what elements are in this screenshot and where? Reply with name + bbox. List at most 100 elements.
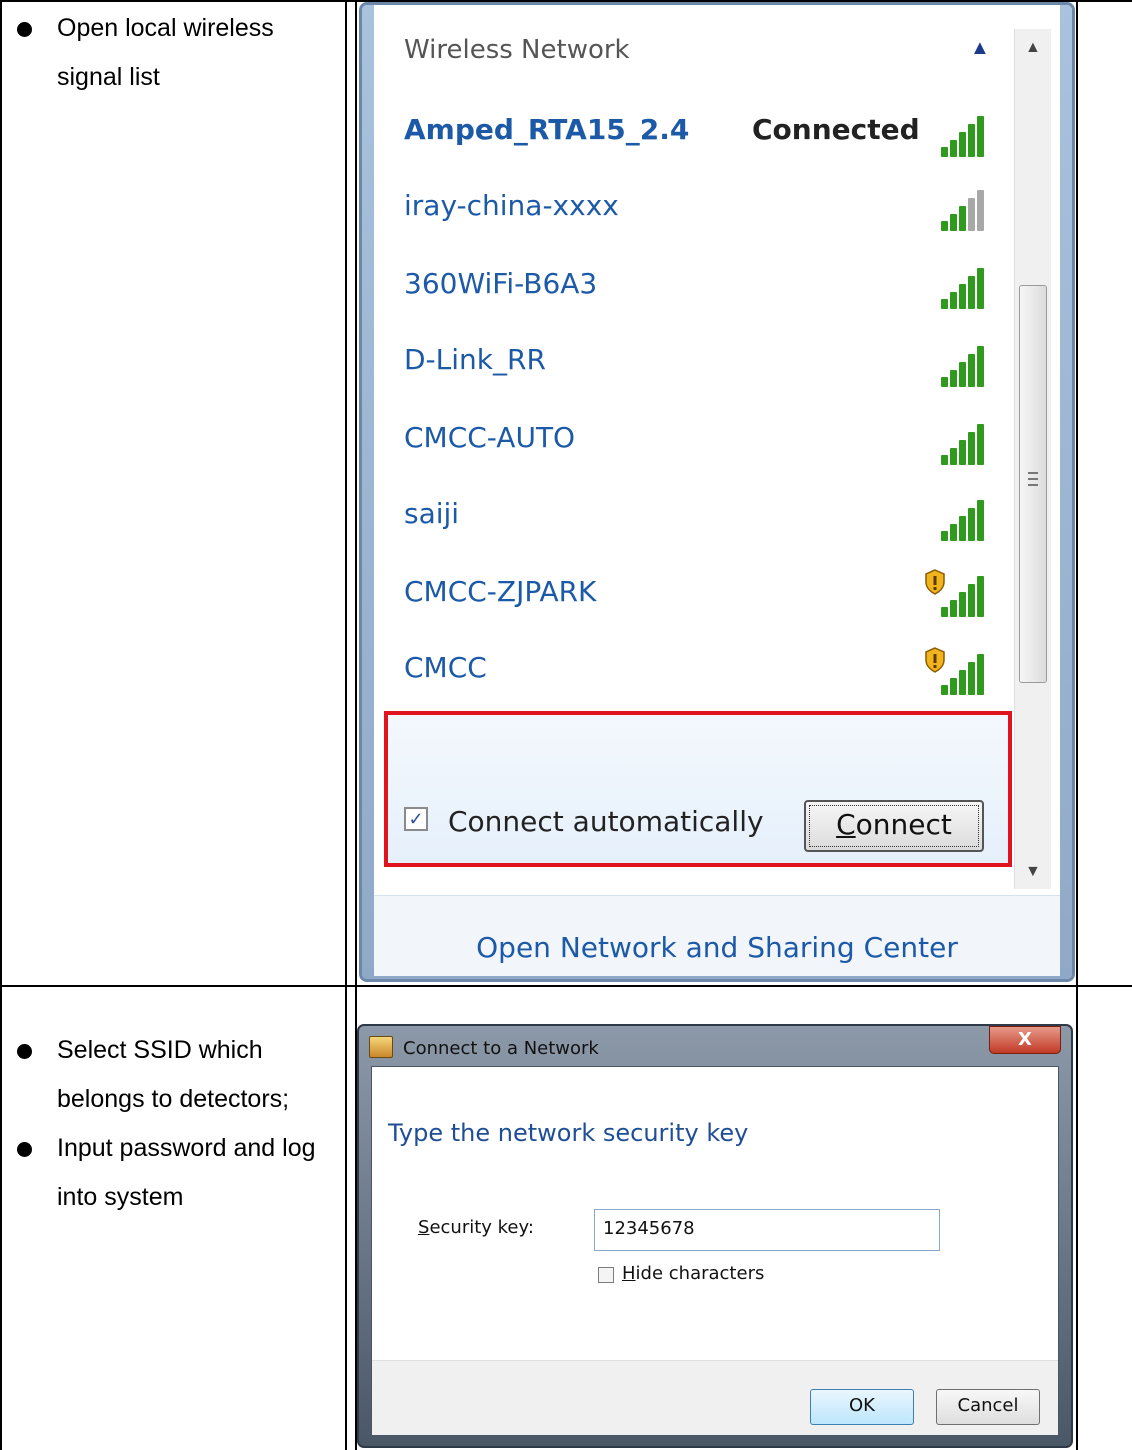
dialog-heading: Type the network security key — [388, 1119, 749, 1147]
signal-bar — [968, 276, 975, 309]
network-name[interactable]: saiji — [404, 497, 459, 530]
connect-button[interactable]: Connect — [804, 800, 984, 852]
grip-icon — [1028, 472, 1038, 486]
hide-mnemonic: H — [622, 1263, 636, 1284]
signal-strength-icon — [927, 263, 984, 309]
collapse-chevron-up-icon[interactable]: ▲ — [970, 37, 990, 60]
popup-frame-right — [1060, 5, 1072, 979]
signal-strength-icon — [924, 569, 984, 617]
signal-bar — [941, 147, 948, 157]
signal-strength-icon — [927, 185, 984, 231]
ok-button[interactable]: OK — [810, 1389, 914, 1425]
bullet-item: Select SSID which belongs to detectors; — [17, 1026, 337, 1124]
network-name[interactable]: 360WiFi-B6A3 — [404, 267, 597, 300]
signal-bar — [941, 377, 948, 387]
signal-bar — [941, 221, 948, 231]
table-border-left — [0, 0, 2, 1450]
network-name[interactable]: iray-china-xxxx — [404, 189, 619, 222]
signal-strength-icon — [927, 111, 984, 157]
bullet-dot-icon — [17, 1044, 32, 1059]
signal-bar — [959, 440, 966, 465]
connected-status: Connected — [752, 113, 920, 146]
signal-bar — [977, 500, 984, 541]
table-column-divider-right — [1076, 0, 1078, 1450]
signal-bar — [941, 531, 948, 541]
scroll-down-arrow-icon[interactable]: ▼ — [1025, 863, 1041, 881]
signal-bar — [950, 140, 957, 157]
signal-strength-icon — [927, 419, 984, 465]
bullet-dot-icon — [17, 22, 32, 37]
table-row-divider — [0, 985, 1132, 987]
signal-bar — [959, 132, 966, 157]
signal-bar — [950, 214, 957, 231]
signal-bar — [977, 190, 984, 231]
table-column-divider — [345, 0, 347, 1450]
signal-bar — [968, 662, 975, 695]
focus-ring — [809, 805, 979, 847]
signal-bar — [968, 198, 975, 231]
signal-strength-icon — [927, 341, 984, 387]
network-icon — [369, 1036, 393, 1058]
signal-bar — [950, 678, 957, 695]
signal-bar — [941, 685, 948, 695]
network-name[interactable]: CMCC-AUTO — [404, 421, 575, 454]
close-icon[interactable]: X — [989, 1026, 1061, 1054]
hide-characters-checkbox[interactable] — [598, 1267, 614, 1283]
signal-bar — [977, 116, 984, 157]
signal-bar — [941, 455, 948, 465]
dialog-body: Type the network security key Security k… — [371, 1066, 1059, 1436]
scroll-up-arrow-icon[interactable]: ▲ — [1025, 39, 1041, 57]
signal-bar — [968, 432, 975, 465]
scrollbar[interactable]: ▲ ▼ — [1014, 29, 1051, 889]
network-name[interactable]: D-Link_RR — [404, 343, 546, 376]
signal-bar — [950, 600, 957, 617]
popup-content: Wireless Network ▲ Amped_RTA15_2.4 iray-c… — [374, 5, 1060, 976]
signal-bar — [941, 299, 948, 309]
bullet-text: Select SSID which belongs to detectors; — [57, 1036, 290, 1113]
bullet-text: Open local wireless signal list — [57, 14, 274, 91]
signal-bar — [950, 524, 957, 541]
section-title: Wireless Network — [404, 35, 630, 65]
open-network-sharing-center-link[interactable]: Open Network and Sharing Center — [374, 931, 1060, 964]
connect-automatically-checkbox[interactable]: ✓ — [404, 807, 428, 831]
dialog-title: Connect to a Network — [403, 1038, 599, 1059]
signal-bar — [977, 268, 984, 309]
signal-bar — [959, 670, 966, 695]
signal-bar — [950, 370, 957, 387]
signal-bar — [959, 516, 966, 541]
security-shield-icon — [924, 569, 946, 595]
signal-bar — [959, 284, 966, 309]
security-key-mnemonic: S — [418, 1217, 430, 1238]
hide-label-rest: ide characters — [635, 1263, 765, 1284]
security-key-label-rest: ecurity key: — [429, 1217, 534, 1238]
connect-dialog: Connect to a Network X Type the network … — [357, 1024, 1073, 1448]
signal-bar — [968, 508, 975, 541]
security-key-input[interactable]: 12345678 — [594, 1209, 940, 1251]
signal-bar — [941, 607, 948, 617]
signal-bar — [950, 292, 957, 309]
row2-bullets: Select SSID which belongs to detectors; … — [17, 1026, 337, 1222]
signal-bar — [968, 354, 975, 387]
cancel-button[interactable]: Cancel — [936, 1389, 1040, 1425]
signal-bar — [977, 576, 984, 617]
signal-strength-icon — [924, 647, 984, 695]
security-shield-icon — [924, 647, 946, 673]
signal-bar — [959, 362, 966, 387]
signal-bar — [977, 346, 984, 387]
signal-bar — [977, 654, 984, 695]
network-name[interactable]: Amped_RTA15_2.4 — [404, 113, 689, 146]
bullet-item: Open local wireless signal list — [17, 4, 337, 102]
signal-bar — [968, 584, 975, 617]
security-key-label: Security key: — [418, 1217, 534, 1238]
signal-bar — [959, 206, 966, 231]
signal-bar — [977, 424, 984, 465]
scrollbar-thumb[interactable] — [1019, 285, 1047, 683]
network-name[interactable]: CMCC-ZJPARK — [404, 575, 596, 608]
network-name[interactable]: CMCC — [404, 651, 487, 684]
popup-frame-left — [362, 5, 374, 979]
signal-bar — [950, 448, 957, 465]
wireless-network-popup: Wireless Network ▲ Amped_RTA15_2.4 iray-c… — [359, 2, 1075, 982]
hide-characters-label: Hide characters — [622, 1263, 764, 1284]
bullet-item: Input password and log into system — [17, 1124, 337, 1222]
signal-strength-icon — [927, 495, 984, 541]
